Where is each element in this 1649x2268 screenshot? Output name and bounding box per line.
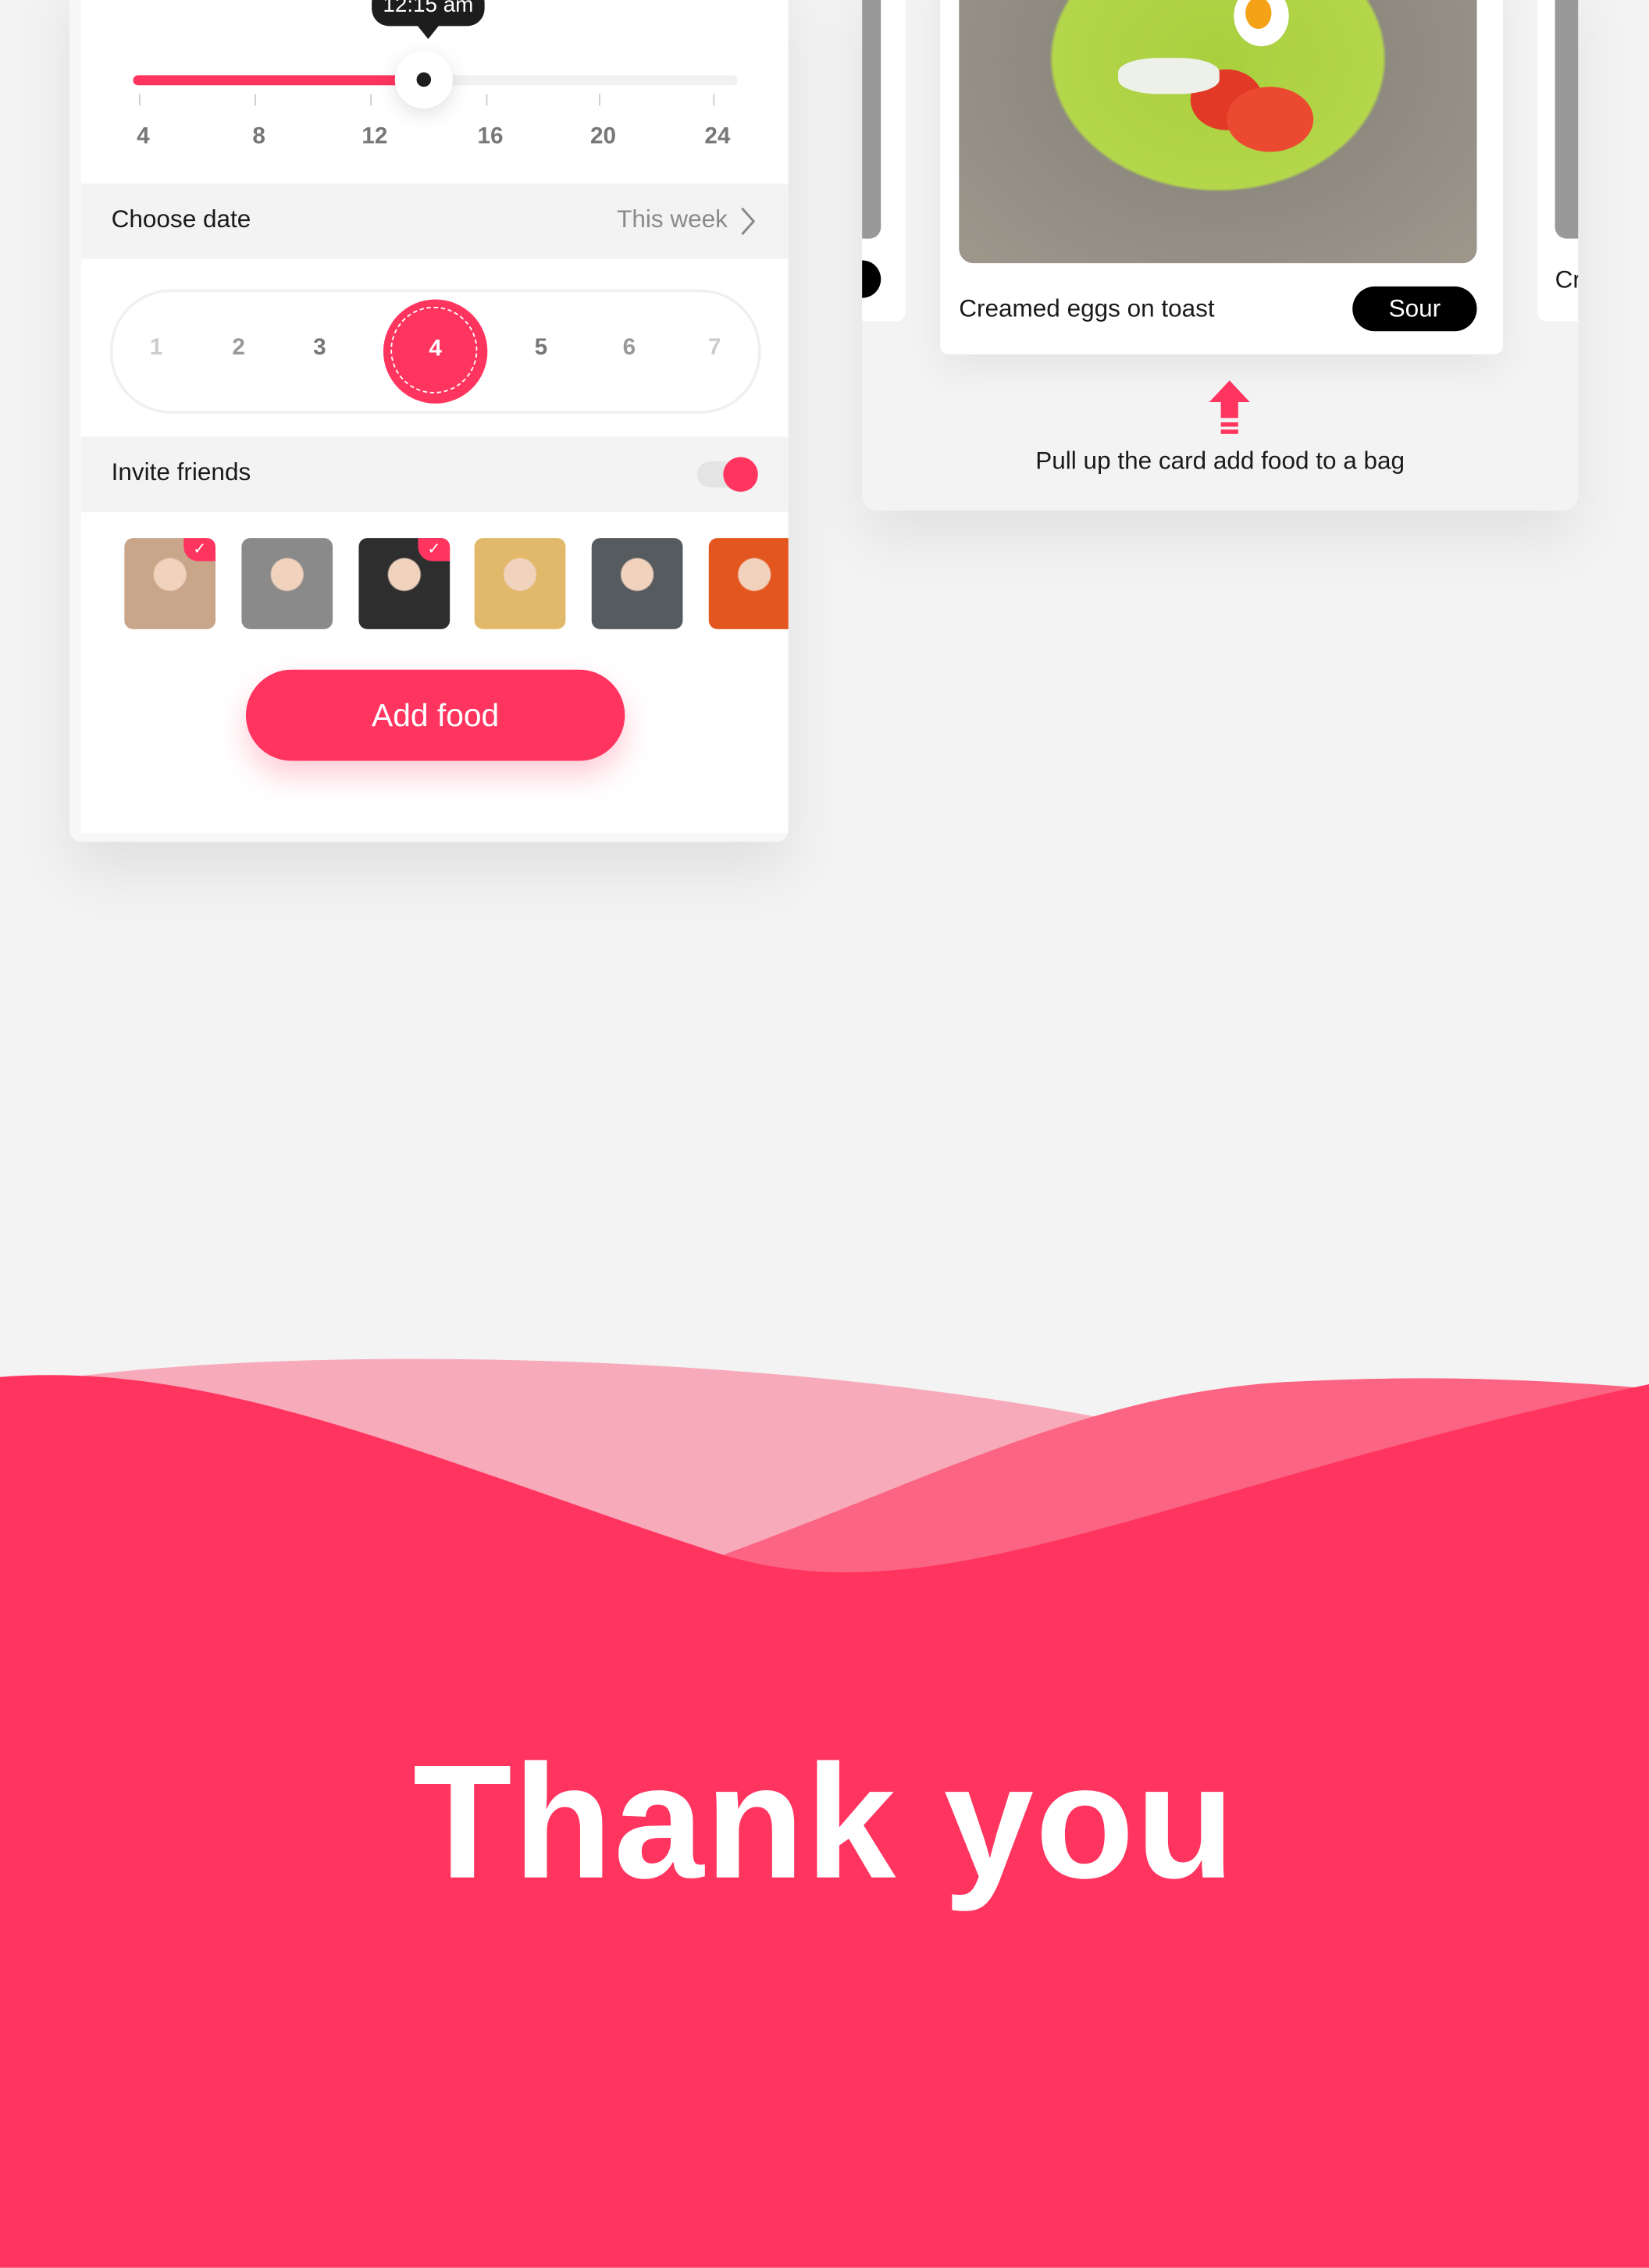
- time-tooltip: 12:15 am: [372, 0, 485, 27]
- slider-tick-label: 20: [590, 124, 617, 149]
- slider-tick-label: 16: [477, 124, 504, 149]
- friend-avatar[interactable]: ✓: [358, 538, 451, 629]
- slider-tick: [598, 94, 600, 106]
- slider-tick-label: 4: [137, 124, 150, 149]
- food-card-previous[interactable]: [862, 0, 906, 322]
- food-card[interactable]: Creamed eggs on toast Sour: [940, 0, 1503, 354]
- day-option[interactable]: 3: [298, 336, 342, 361]
- friend-avatar[interactable]: [591, 538, 683, 629]
- slider-tick: [255, 94, 256, 106]
- food-photo: [1555, 0, 1579, 239]
- taste-tag: [862, 260, 881, 298]
- invite-friends-row: Invite friends: [80, 436, 789, 512]
- slider-tick-label: 24: [704, 124, 731, 149]
- chevron-right-icon: [741, 207, 756, 236]
- slider-tick-label: 12: [361, 124, 388, 149]
- arrow-up-icon: [1209, 380, 1250, 434]
- choose-date-label: Choose date: [111, 205, 251, 233]
- card-body: 12:15 am 4 8 12 16 20 24 Choose date This wee…: [80, 0, 789, 834]
- date-range-value: This week: [617, 205, 728, 233]
- tooltip-arrow: [416, 24, 440, 40]
- choose-date-row[interactable]: Choose date This week: [80, 183, 789, 259]
- day-option[interactable]: 7: [693, 336, 736, 361]
- food-cards-panel: Creamed eggs on toast Sour Cr Pull up th…: [862, 0, 1579, 511]
- pull-up-hint: Pull up the card add food to a bag: [1035, 447, 1405, 475]
- day-label: 4: [429, 336, 442, 362]
- friend-avatar[interactable]: ✓: [124, 538, 216, 629]
- add-food-card: 12:15 am 4 8 12 16 20 24 Choose date This wee…: [69, 0, 789, 842]
- friend-avatar[interactable]: [241, 538, 333, 629]
- day-option[interactable]: 6: [607, 336, 651, 361]
- taste-tag: Sour: [1352, 286, 1477, 332]
- invite-friends-label: Invite friends: [111, 458, 251, 486]
- slider-thumb[interactable]: [394, 50, 453, 109]
- invite-toggle[interactable]: [696, 457, 758, 492]
- slider-tick: [713, 94, 715, 106]
- friend-avatar[interactable]: [474, 538, 566, 629]
- food-title: Cr: [1555, 265, 1579, 294]
- slider-tick: [486, 94, 488, 106]
- check-icon: ✓: [418, 538, 451, 561]
- food-photo: [862, 0, 881, 239]
- day-picker: 1 2 3 4 5 6 7: [109, 289, 761, 414]
- slider-tick: [138, 94, 141, 106]
- day-option[interactable]: 1: [134, 336, 178, 361]
- add-food-button[interactable]: Add food: [245, 669, 625, 761]
- friend-avatar[interactable]: [708, 538, 789, 629]
- food-card-next[interactable]: Cr: [1537, 0, 1579, 322]
- day-option[interactable]: 5: [519, 336, 563, 361]
- slider-tick-label: 8: [252, 124, 265, 149]
- day-selected[interactable]: 4: [383, 299, 488, 404]
- toggle-knob: [723, 457, 758, 492]
- food-title: Creamed eggs on toast: [959, 294, 1215, 323]
- slider-fill: [133, 75, 424, 86]
- day-option[interactable]: 2: [217, 336, 261, 361]
- thumb-dot: [415, 72, 431, 87]
- food-photo: [959, 0, 1477, 264]
- thank-you-heading: Thank you: [412, 1731, 1237, 1913]
- slider-tick: [370, 94, 372, 106]
- check-icon: ✓: [183, 538, 216, 561]
